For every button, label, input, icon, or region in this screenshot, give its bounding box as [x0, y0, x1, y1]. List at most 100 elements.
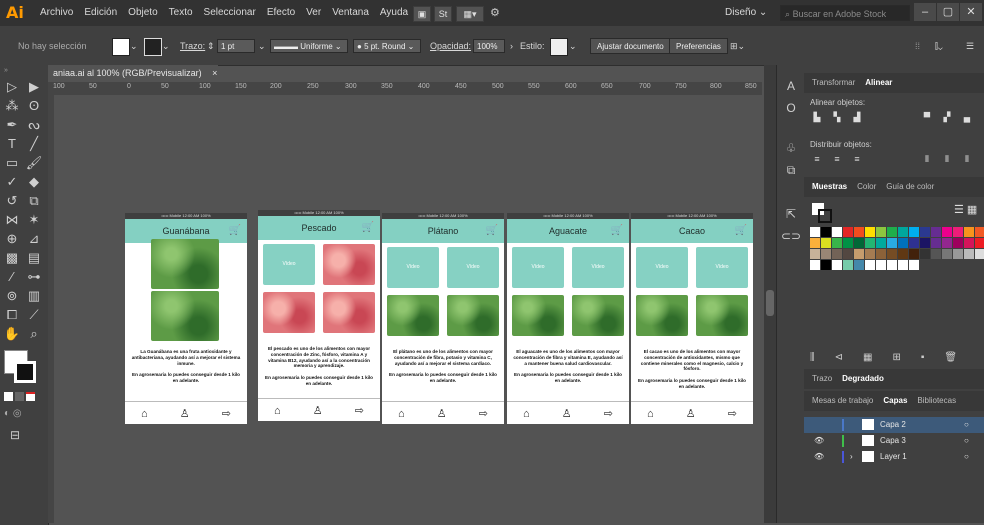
swatch[interactable] [865, 227, 875, 237]
menu-edicion[interactable]: Edición [84, 7, 117, 18]
tab-transformar[interactable]: Transformar [812, 73, 855, 93]
swatch[interactable] [920, 238, 930, 248]
swatch[interactable] [964, 238, 974, 248]
swatch[interactable] [854, 249, 864, 259]
list-view-icon[interactable]: ☰ ▦ [954, 203, 977, 216]
stock-search-input[interactable]: ⌕ Buscar en Adobe Stock [780, 5, 910, 21]
opentype-panel-icon[interactable]: O [777, 97, 805, 119]
swatch[interactable] [865, 238, 875, 248]
gradient-mode-icon[interactable] [15, 392, 24, 401]
stock-icon[interactable]: St [434, 6, 452, 22]
layer-target-icon[interactable]: ○ [964, 449, 969, 465]
character-panel-icon[interactable]: A [777, 75, 805, 97]
align-right-icon[interactable]: ▟ [852, 113, 862, 122]
tools-collapse-icon[interactable]: » [4, 67, 8, 74]
swatch[interactable] [854, 227, 864, 237]
stroke-weight-chevron-icon[interactable]: ⌄ [258, 38, 266, 54]
transform-icon[interactable]: ⁞⁞ [915, 38, 920, 54]
menu-ventana[interactable]: Ventana [332, 7, 369, 18]
scrollbar-thumb[interactable] [766, 290, 774, 316]
artboard-platano[interactable]: ••••• Mobile 12:00 AM 100% Plátano 🛒 Víd… [382, 213, 504, 424]
magic-wand-tool-icon[interactable]: ⁂ [2, 96, 22, 115]
swatch[interactable] [953, 227, 963, 237]
lasso-tool-icon[interactable]: ʘ [24, 96, 44, 115]
direct-selection-tool-icon[interactable]: ▶ [24, 77, 44, 96]
stroke-chevron-icon[interactable]: ⌄ [162, 38, 170, 54]
swatch[interactable] [920, 249, 930, 259]
links-panel-icon[interactable]: ⊂⊃ [777, 225, 805, 247]
swatch[interactable] [876, 238, 886, 248]
distribute-bottom-icon[interactable]: ≡ [852, 155, 862, 164]
blend-tool-icon[interactable]: ⊶ [24, 267, 44, 286]
document-tab[interactable]: aniaa.ai al 100% (RGB/Previsualizar) × [48, 65, 218, 82]
layer-target-icon[interactable]: ○ [964, 417, 969, 433]
swatch[interactable] [942, 227, 952, 237]
swatch[interactable] [821, 227, 831, 237]
scale-tool-icon[interactable]: ⧉ [24, 191, 44, 210]
tab-trazo[interactable]: Trazo [812, 369, 832, 389]
type-tool-icon[interactable]: T [2, 134, 22, 153]
eyedropper-tool-icon[interactable]: ⁄ [2, 267, 22, 286]
eraser-tool-icon[interactable]: ◆ [24, 172, 44, 191]
screen-mode-icon[interactable]: ⊟ [10, 428, 20, 442]
visibility-eye-icon[interactable]: 👁 [814, 433, 824, 449]
opacity-chevron-icon[interactable]: › [510, 38, 513, 54]
swatch[interactable] [810, 260, 820, 270]
swatch[interactable] [843, 227, 853, 237]
zoom-tool-icon[interactable]: ⌕ [24, 324, 44, 343]
swatch[interactable] [876, 260, 886, 270]
swatch[interactable] [898, 227, 908, 237]
puppet-warp-tool-icon[interactable]: ✶ [24, 210, 44, 229]
arrange-icon[interactable]: ⊞⌄ [730, 38, 745, 54]
shaper-tool-icon[interactable]: ✓ [2, 172, 22, 191]
rotate-tool-icon[interactable]: ↺ [2, 191, 22, 210]
menu-objeto[interactable]: Objeto [128, 7, 157, 18]
swatch[interactable] [843, 238, 853, 248]
swatch[interactable] [909, 249, 919, 259]
perspective-tool-icon[interactable]: ⊿ [24, 229, 44, 248]
selection-tool-icon[interactable]: ▷ [2, 77, 22, 96]
pen-tool-icon[interactable]: ✒ [2, 115, 22, 134]
menu-efecto[interactable]: Efecto [267, 7, 295, 18]
delete-swatch-icon[interactable]: 🗑 [944, 352, 957, 363]
layer-target-icon[interactable]: ○ [964, 433, 969, 449]
swatch[interactable] [821, 260, 831, 270]
align-top-icon[interactable]: ▀ [922, 113, 932, 122]
stroke-weight-field[interactable]: 1 pt [217, 39, 255, 53]
swatch[interactable] [887, 238, 897, 248]
arrange-documents-icon[interactable]: ▦▾ [456, 6, 484, 22]
stroke-label[interactable]: Trazo: [180, 38, 205, 54]
stroke-swatch-indicator[interactable] [818, 209, 832, 223]
distribute-left-icon[interactable]: ⦀ [922, 155, 932, 164]
swatch[interactable] [931, 227, 941, 237]
fill-chevron-icon[interactable]: ⌄ [130, 38, 138, 54]
line-tool-icon[interactable]: ╱ [24, 134, 44, 153]
swatch[interactable] [931, 238, 941, 248]
swatch[interactable] [843, 249, 853, 259]
panel-menu-icon[interactable]: ☰ [966, 38, 974, 54]
graph-tool-icon[interactable]: ▥ [24, 286, 44, 305]
swatch[interactable] [832, 249, 842, 259]
stroke-swatch[interactable] [144, 38, 162, 56]
swatch-library-icon[interactable]: ⫼ [810, 352, 815, 363]
paintbrush-tool-icon[interactable]: 🖌 [24, 153, 44, 172]
workspace-switcher[interactable]: Diseño ⌄ [725, 7, 767, 18]
swatch[interactable] [964, 249, 974, 259]
align-menu-icon[interactable]: ⫿⌄ [935, 38, 943, 54]
graphic-style-swatch[interactable] [550, 38, 568, 56]
swatch[interactable] [920, 227, 930, 237]
swatch[interactable] [898, 238, 908, 248]
swatch[interactable] [898, 260, 908, 270]
stroke-stepper-icon[interactable]: ⇕ [207, 38, 215, 54]
menu-texto[interactable]: Texto [169, 7, 193, 18]
swatch-grid[interactable] [810, 227, 984, 270]
swatch[interactable] [975, 249, 984, 259]
swatch[interactable] [832, 260, 842, 270]
document-close-icon[interactable]: × [212, 68, 217, 78]
swatch[interactable] [865, 249, 875, 259]
swatch[interactable] [832, 227, 842, 237]
tab-muestras[interactable]: Muestras [812, 177, 847, 197]
symbols-panel-icon[interactable]: ♧ [777, 137, 805, 159]
bridge-icon[interactable]: ▣ [413, 6, 431, 22]
swatch[interactable] [953, 238, 963, 248]
